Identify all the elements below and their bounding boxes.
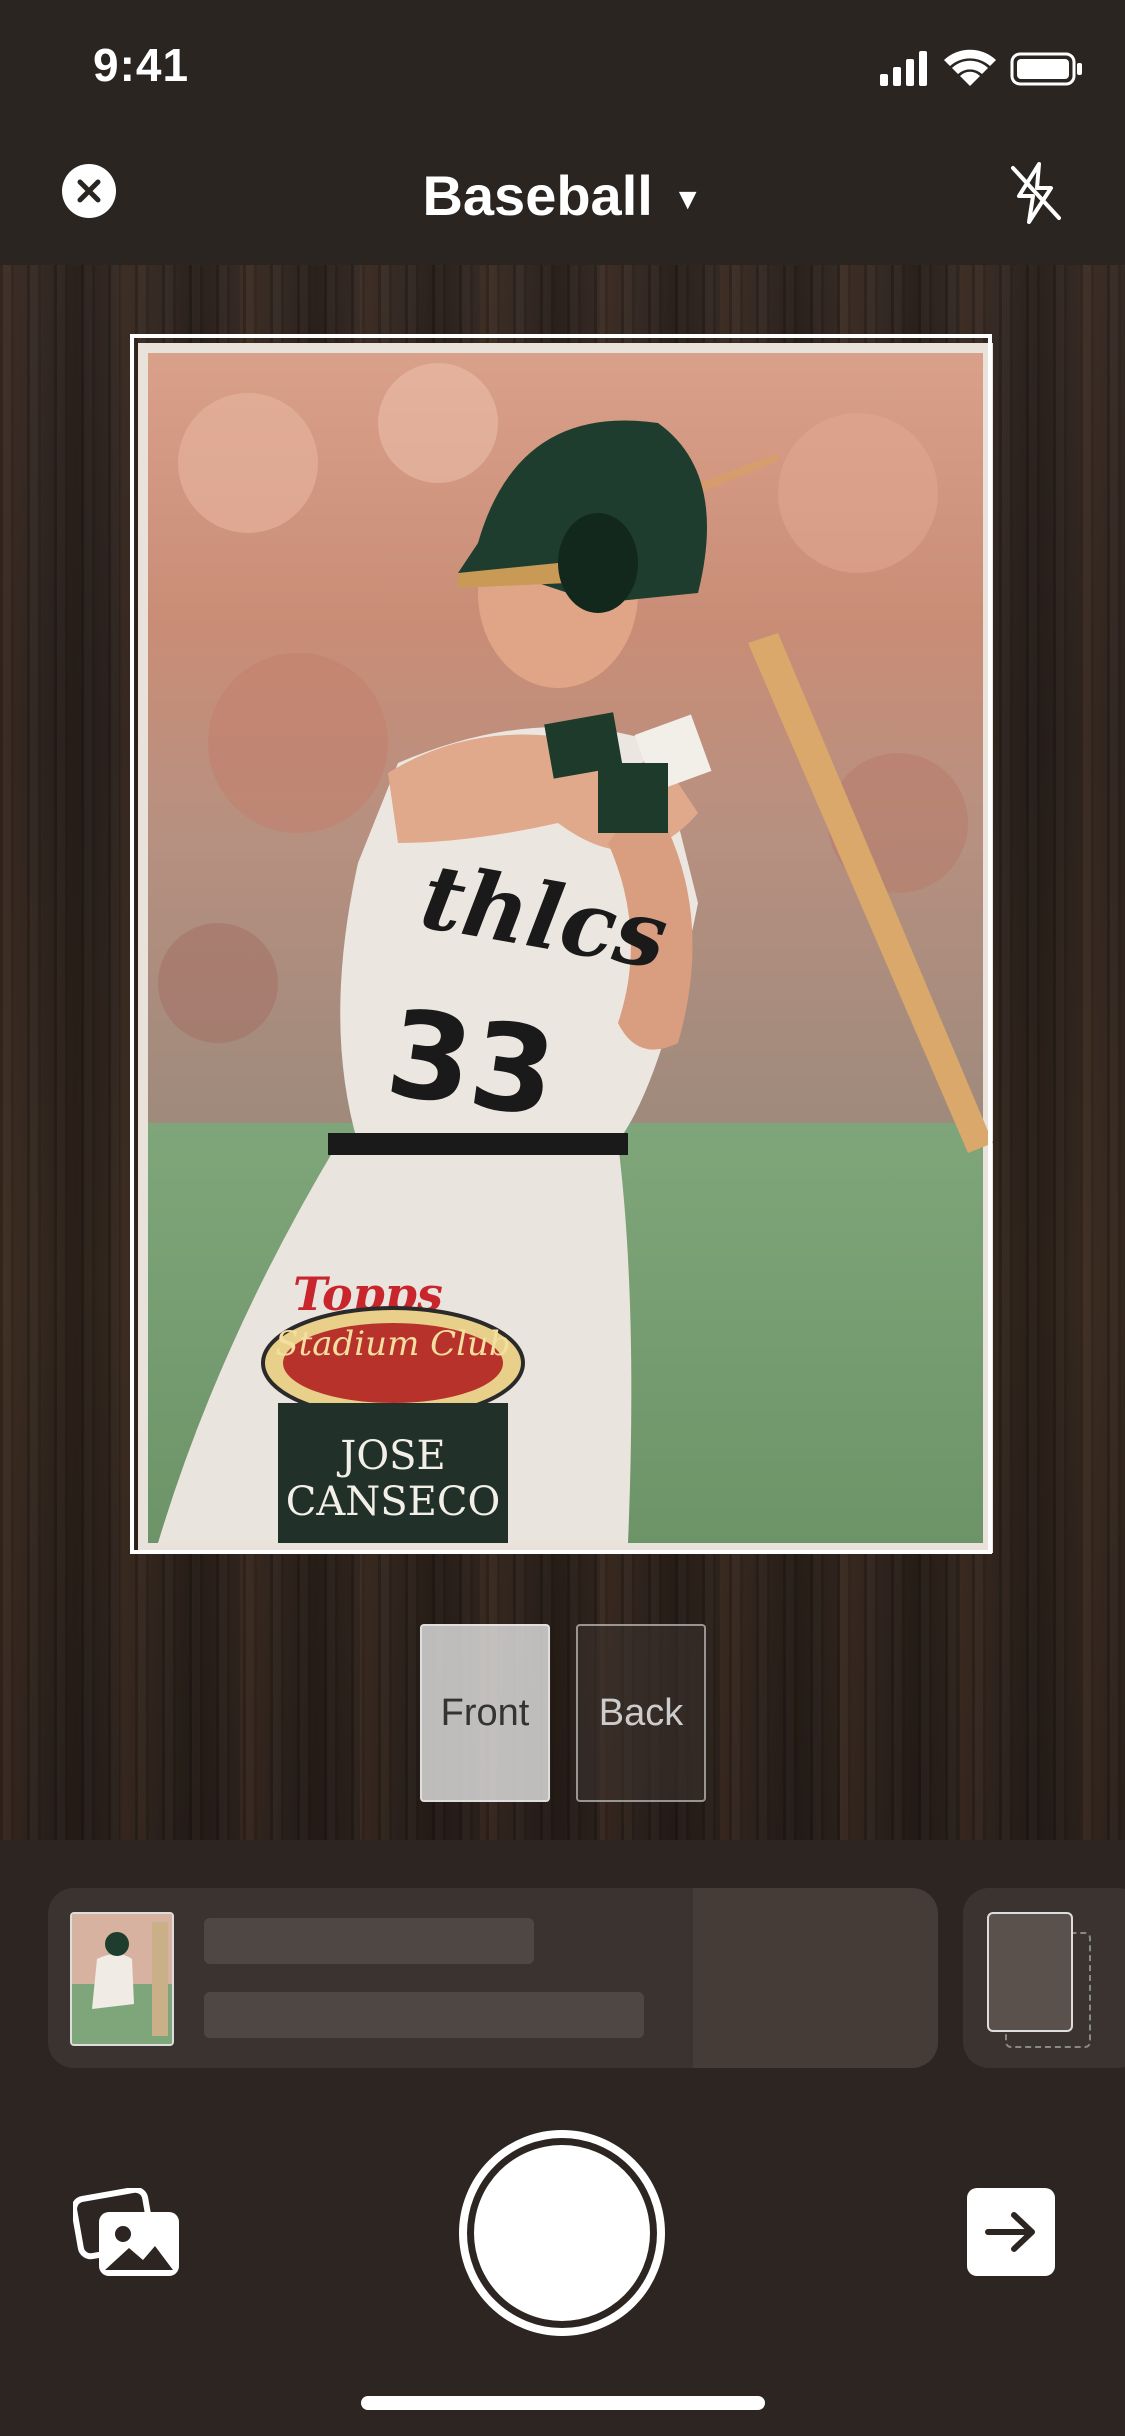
chevron-down-icon: ▼ <box>672 183 703 217</box>
continue-button[interactable] <box>967 2188 1055 2276</box>
sport-selector[interactable]: Baseball ▼ <box>0 163 1125 228</box>
battery-icon <box>1010 52 1082 86</box>
sport-label: Baseball <box>422 164 653 227</box>
card-subtitle-placeholder <box>204 1992 644 2038</box>
shutter-button[interactable] <box>459 2130 665 2336</box>
top-bar: 9:41 Baseball ▼ <box>0 0 1125 265</box>
flash-off-icon[interactable] <box>1005 160 1065 226</box>
arrow-right-icon <box>985 2212 1035 2252</box>
wifi-icon <box>944 49 996 86</box>
scanned-card-item[interactable] <box>48 1888 938 2068</box>
scanned-card-thumbnail <box>70 1912 174 2046</box>
photo-gallery-icon[interactable] <box>73 2188 183 2280</box>
front-side-button[interactable]: Front <box>420 1624 550 1802</box>
shutter-inner <box>474 2145 650 2321</box>
scan-frame <box>130 334 992 1554</box>
next-card-slot[interactable] <box>963 1888 1125 2068</box>
cellular-signal-icon <box>880 51 927 86</box>
card-slot-icon <box>987 1912 1073 2032</box>
scanned-card-shade <box>693 1888 938 2068</box>
back-side-button[interactable]: Back <box>576 1624 706 1802</box>
card-title-placeholder <box>204 1918 534 1964</box>
status-time: 9:41 <box>93 39 190 91</box>
home-indicator <box>361 2396 765 2410</box>
status-icons <box>880 49 1082 86</box>
